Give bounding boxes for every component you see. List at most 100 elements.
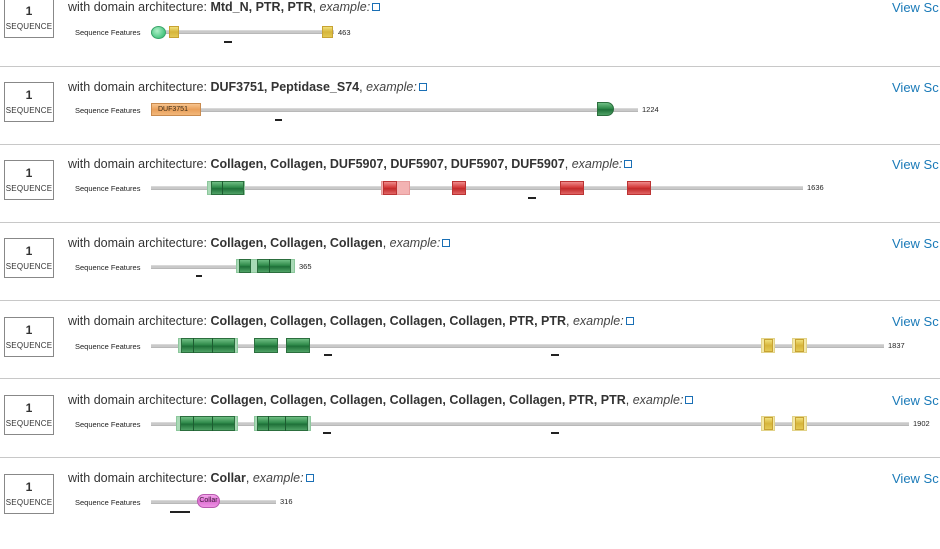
feature-marker	[528, 197, 536, 199]
domain-ptr[interactable]	[169, 26, 179, 38]
sequence-features-label: Sequence Features	[75, 498, 141, 507]
domain-duf5907[interactable]	[627, 181, 651, 195]
external-link-icon[interactable]	[305, 474, 314, 482]
sequence-length: 1837	[888, 341, 905, 350]
view-sequences-link[interactable]: View Sc	[892, 314, 939, 329]
domain-separator	[212, 338, 213, 353]
domain-ptr[interactable]	[764, 339, 773, 352]
result-row: 1 SEQUENCE with domain architecture: Col…	[0, 471, 940, 549]
domain-collagen[interactable]	[254, 338, 278, 353]
row-divider	[0, 457, 940, 458]
feature-marker	[551, 432, 559, 434]
domain-collagen[interactable]	[181, 338, 235, 353]
example-link[interactable]: example:	[573, 314, 624, 328]
feature-marker	[551, 354, 559, 356]
domain-separator	[222, 181, 223, 195]
domain-duf5907[interactable]	[383, 181, 397, 195]
domain-ptr[interactable]	[795, 417, 804, 430]
domain-collagen[interactable]	[211, 181, 244, 195]
domain-list: DUF3751, Peptidase_S74	[210, 80, 360, 94]
title-prefix: with domain architecture:	[68, 393, 211, 407]
sequence-count-box[interactable]: 1 SEQUENCE	[4, 317, 54, 357]
domain-peptidase-s74[interactable]	[597, 102, 614, 116]
domain-collagen[interactable]	[257, 416, 308, 431]
view-sequences-link[interactable]: View Sc	[892, 236, 939, 251]
sequence-label: SEQUENCE	[5, 106, 53, 115]
example-link[interactable]: example:	[253, 471, 304, 485]
sequence-count: 1	[25, 323, 33, 337]
external-link-icon[interactable]	[624, 160, 633, 168]
result-row: 1 SEQUENCE with domain architecture: DUF…	[0, 79, 940, 157]
feature-marker	[275, 119, 282, 121]
example-link[interactable]: example:	[319, 0, 370, 14]
example-link[interactable]: example:	[572, 157, 623, 171]
external-link-icon[interactable]	[625, 317, 634, 325]
external-link-icon[interactable]	[442, 239, 451, 247]
feature-marker	[324, 354, 332, 356]
sequence-features-label: Sequence Features	[75, 184, 141, 193]
architecture-title: with domain architecture: DUF3751, Pepti…	[68, 80, 427, 94]
domain-list: Mtd_N, PTR, PTR	[210, 0, 313, 14]
example-link[interactable]: example:	[390, 236, 441, 250]
sequence-count-box[interactable]: 1 SEQUENCE	[4, 238, 54, 278]
sequence-count: 1	[25, 4, 33, 18]
domain-collar[interactable]: Collar	[197, 494, 220, 508]
external-link-icon[interactable]	[372, 3, 381, 11]
view-sequences-link[interactable]: View Sc	[892, 0, 939, 15]
example-link[interactable]: example:	[366, 80, 417, 94]
sequence-track	[151, 108, 638, 112]
view-sequences-link[interactable]: View Sc	[892, 471, 939, 486]
domain-list: Collagen, Collagen, Collagen, Collagen, …	[210, 314, 567, 328]
example-link[interactable]: example:	[633, 393, 684, 407]
result-row: 1 SEQUENCE with domain architecture: Col…	[0, 393, 940, 471]
domain-list: Collagen, Collagen, Collagen	[210, 236, 383, 250]
sequence-label: SEQUENCE	[5, 341, 53, 350]
domain-duf3751[interactable]: DUF3751	[151, 103, 201, 116]
domain-mtd-n[interactable]	[151, 26, 166, 39]
sequence-count: 1	[25, 244, 33, 258]
sequence-features-label: Sequence Features	[75, 342, 141, 351]
title-prefix: with domain architecture:	[68, 471, 211, 485]
title-prefix: with domain architecture:	[68, 80, 211, 94]
domain-ptr[interactable]	[795, 339, 804, 352]
domain-separator	[193, 416, 194, 431]
domain-duf5907[interactable]	[560, 181, 584, 195]
external-link-icon[interactable]	[685, 396, 694, 404]
row-divider	[0, 300, 940, 301]
architecture-title: with domain architecture: Collagen, Coll…	[68, 157, 633, 171]
external-link-icon[interactable]	[418, 83, 427, 91]
sequence-length: 365	[299, 262, 312, 271]
row-divider	[0, 378, 940, 379]
row-divider	[0, 222, 940, 223]
domain-duf5907[interactable]	[452, 181, 466, 195]
result-row: 1 SEQUENCE with domain architecture: Col…	[0, 314, 940, 392]
sequence-label: SEQUENCE	[5, 262, 53, 271]
sequence-label: SEQUENCE	[5, 22, 53, 31]
title-prefix: with domain architecture:	[68, 0, 211, 14]
sequence-count-box[interactable]: 1 SEQUENCE	[4, 395, 54, 435]
domain-collagen[interactable]	[257, 259, 291, 273]
view-sequences-link[interactable]: View Sc	[892, 80, 939, 95]
sequence-count-box[interactable]: 1 SEQUENCE	[4, 82, 54, 122]
sequence-features-label: Sequence Features	[75, 420, 141, 429]
domain-separator	[269, 259, 270, 273]
sequence-track	[151, 186, 803, 190]
domain-collagen[interactable]	[286, 338, 310, 353]
domain-collagen[interactable]	[239, 259, 251, 273]
architecture-title: with domain architecture: Collar, exampl…	[68, 471, 314, 485]
sequence-length: 1224	[642, 105, 659, 114]
sequence-label: SEQUENCE	[5, 419, 53, 428]
sequence-count-box[interactable]: 1 SEQUENCE	[4, 160, 54, 200]
title-prefix: with domain architecture:	[68, 314, 211, 328]
domain-collagen[interactable]	[180, 416, 235, 431]
title-prefix: with domain architecture:	[68, 157, 211, 171]
view-sequences-link[interactable]: View Sc	[892, 157, 939, 172]
feature-marker	[196, 275, 202, 277]
sequence-count-box[interactable]: 1 SEQUENCE	[4, 474, 54, 514]
domain-ptr[interactable]	[322, 26, 333, 38]
sequence-count-box[interactable]: 1 SEQUENCE	[4, 0, 54, 38]
feature-marker	[224, 41, 232, 43]
view-sequences-link[interactable]: View Sc	[892, 393, 939, 408]
domain-ptr[interactable]	[764, 417, 773, 430]
architecture-title: with domain architecture: Collagen, Coll…	[68, 236, 451, 250]
